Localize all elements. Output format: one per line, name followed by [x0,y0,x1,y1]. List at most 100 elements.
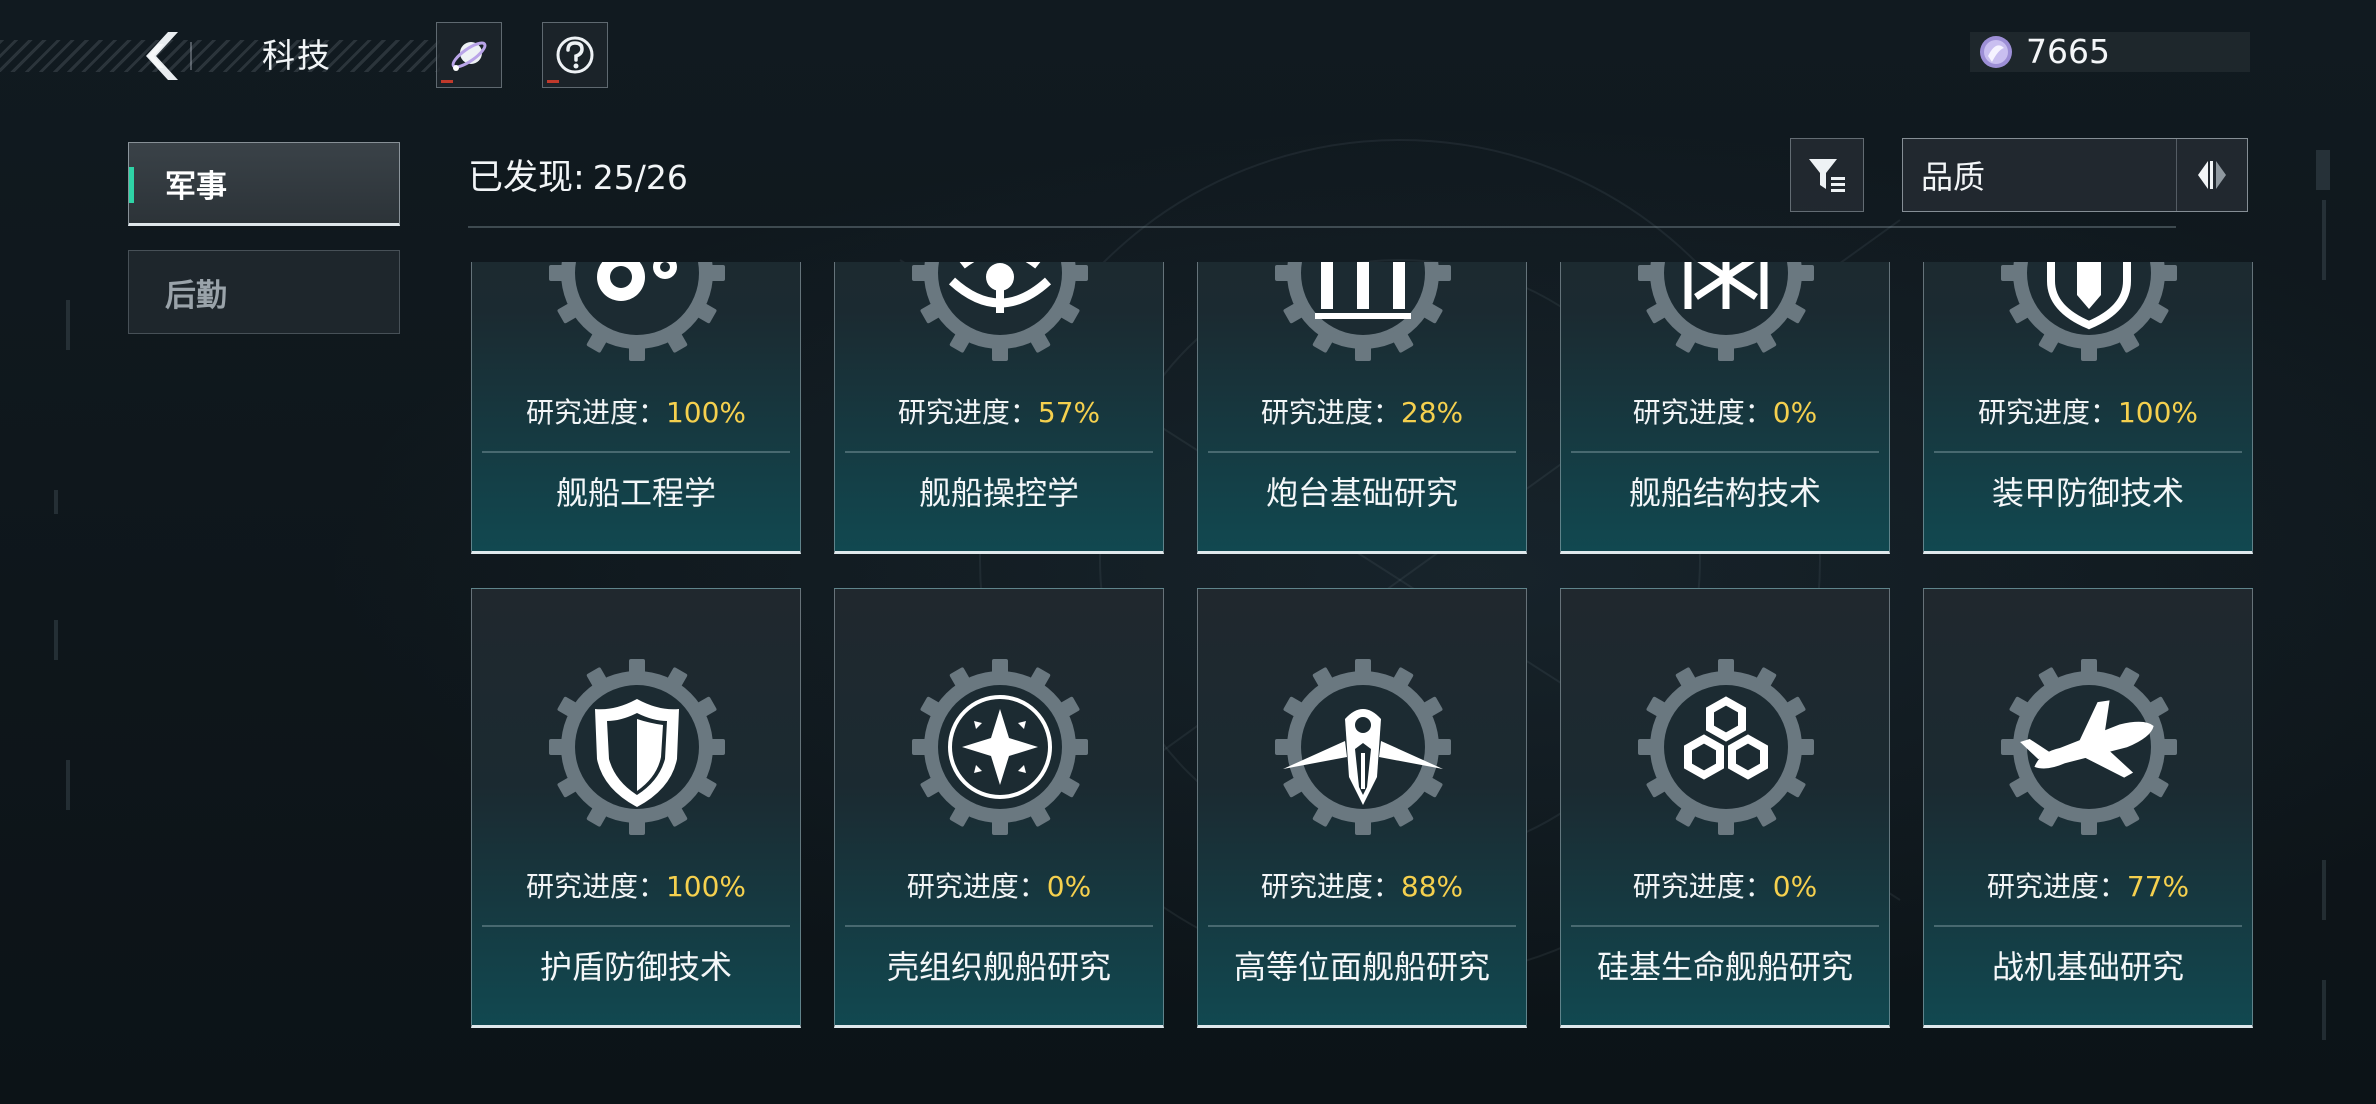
sort-selected-value: 品质 [1921,158,1986,196]
sort-select[interactable]: 品质 [1902,138,2248,212]
tech-card[interactable]: 研究进度：100% 护盾防御技术 [471,588,801,1028]
tech-name: 硅基生命舰船研究 [1596,948,1853,986]
progress-percent: 77% [2126,870,2190,903]
filter-funnel-icon [1809,159,1845,192]
back-button[interactable] [128,26,192,86]
tech-card[interactable]: 研究进度：100% 装甲防御技术 [1923,262,2253,554]
progress-label: 研究进度： [525,870,666,903]
tech-name: 战机基础研究 [1991,948,2184,986]
tech-name: 舰船结构技术 [1628,474,1821,512]
card-divider [1208,451,1516,453]
research-progress: 研究进度：57% [835,393,1163,433]
discovered-value: 25/26 [592,158,688,197]
hull-frame-icon [1638,262,1814,361]
research-progress: 研究进度：100% [472,393,800,433]
research-progress: 研究进度：88% [1198,867,1526,907]
tech-card[interactable]: 研究进度：0% 壳组织舰船研究 [834,588,1164,1028]
page-title: 科技 [262,36,332,75]
planet-button[interactable] [436,22,502,88]
filter-button[interactable] [1790,138,1864,212]
title-bar-hatch [0,40,440,72]
progress-percent: 100% [665,870,747,903]
progress-label: 研究进度： [1977,396,2118,429]
tech-card[interactable]: 研究进度：57% 舰船操控学 [834,262,1164,554]
tech-card[interactable]: 研究进度：0% 舰船结构技术 [1560,262,1890,554]
progress-percent: 0% [1772,870,1818,903]
tech-name: 护盾防御技术 [539,948,732,986]
tech-name: 高等位面舰船研究 [1233,948,1490,986]
crystal-gem-icon [1980,36,2012,68]
currency-value: 7665 [2026,32,2110,71]
tab-military[interactable]: 军事 [128,142,400,226]
card-divider [845,451,1153,453]
tab-logistics[interactable]: 后勤 [128,250,400,334]
tech-name: 装甲防御技术 [1991,474,2184,512]
progress-label: 研究进度： [1260,396,1401,429]
card-divider [845,925,1153,927]
question-mark-icon [556,36,594,74]
card-divider [482,925,790,927]
tech-name: 壳组织舰船研究 [886,948,1111,986]
progress-percent: 100% [665,396,747,429]
tech-card[interactable]: 研究进度：0% 硅基生命舰船研究 [1560,588,1890,1028]
sort-toggle[interactable] [2176,139,2247,211]
progress-label: 研究进度： [525,396,666,429]
progress-label: 研究进度： [897,396,1038,429]
progress-percent: 0% [1046,870,1092,903]
currency-display: 7665 [1970,32,2250,72]
tech-card[interactable]: 研究进度：77% 战机基础研究 [1923,588,2253,1028]
planet-icon [451,41,487,71]
progress-percent: 57% [1037,396,1101,429]
fighter-jet-icon [2001,659,2177,835]
winged-ship-icon [1275,659,1451,835]
tech-name: 炮台基础研究 [1265,474,1458,512]
card-divider [1934,451,2242,453]
tech-card[interactable]: 研究进度：100% 舰船工程学 [471,262,801,554]
progress-label: 研究进度： [906,870,1047,903]
header-divider [468,226,2176,228]
tech-name: 舰船操控学 [918,474,1079,512]
progress-percent: 28% [1400,396,1464,429]
four-point-star-icon [912,659,1088,835]
tab-label: 后勤 [165,277,227,314]
progress-label: 研究进度： [1260,870,1401,903]
shield-icon [549,659,725,835]
progress-label: 研究进度： [1632,396,1773,429]
tech-screen: 科技 7665 军事 后勤 已发现: 25/26 品质 研究进度：100% 舰船… [0,0,2376,1104]
tech-card[interactable]: 研究进度：28% 炮台基础研究 [1197,262,1527,554]
red-tick-mark [441,80,453,83]
research-progress: 研究进度：0% [1561,867,1889,907]
tab-label: 军事 [165,168,227,205]
research-progress: 研究进度：77% [1924,867,2252,907]
steering-wheel-icon [912,262,1088,361]
hexagon-cluster-icon [1638,659,1814,835]
discovered-label: 已发现: [468,158,585,198]
help-button[interactable] [542,22,608,88]
discovered-count: 已发现: 25/26 [468,152,688,204]
card-divider [1571,451,1879,453]
card-divider [1934,925,2242,927]
active-tab-indicator [129,167,134,203]
progress-percent: 0% [1772,396,1818,429]
back-chevron-icon [146,32,178,80]
research-progress: 研究进度：0% [835,867,1163,907]
ammo-shells-icon [1275,262,1451,361]
progress-percent: 88% [1400,870,1464,903]
title-separator [190,42,192,70]
tech-grid: 研究进度：100% 舰船工程学 研究进度：57% 舰船操控学 研究进度：28% … [468,262,2268,1062]
research-progress: 研究进度：100% [472,867,800,907]
armor-plate-icon [2001,262,2177,361]
progress-label: 研究进度： [1986,870,2127,903]
research-progress: 研究进度：100% [1924,393,2252,433]
card-divider [1571,925,1879,927]
tech-card[interactable]: 研究进度：88% 高等位面舰船研究 [1197,588,1527,1028]
research-progress: 研究进度：0% [1561,393,1889,433]
tech-name: 舰船工程学 [555,474,716,512]
red-tick-mark [547,80,559,83]
research-progress: 研究进度：28% [1198,393,1526,433]
progress-percent: 100% [2117,396,2199,429]
gears-icon [549,262,725,361]
sort-arrows-icon [2198,161,2226,189]
card-divider [482,451,790,453]
card-divider [1208,925,1516,927]
